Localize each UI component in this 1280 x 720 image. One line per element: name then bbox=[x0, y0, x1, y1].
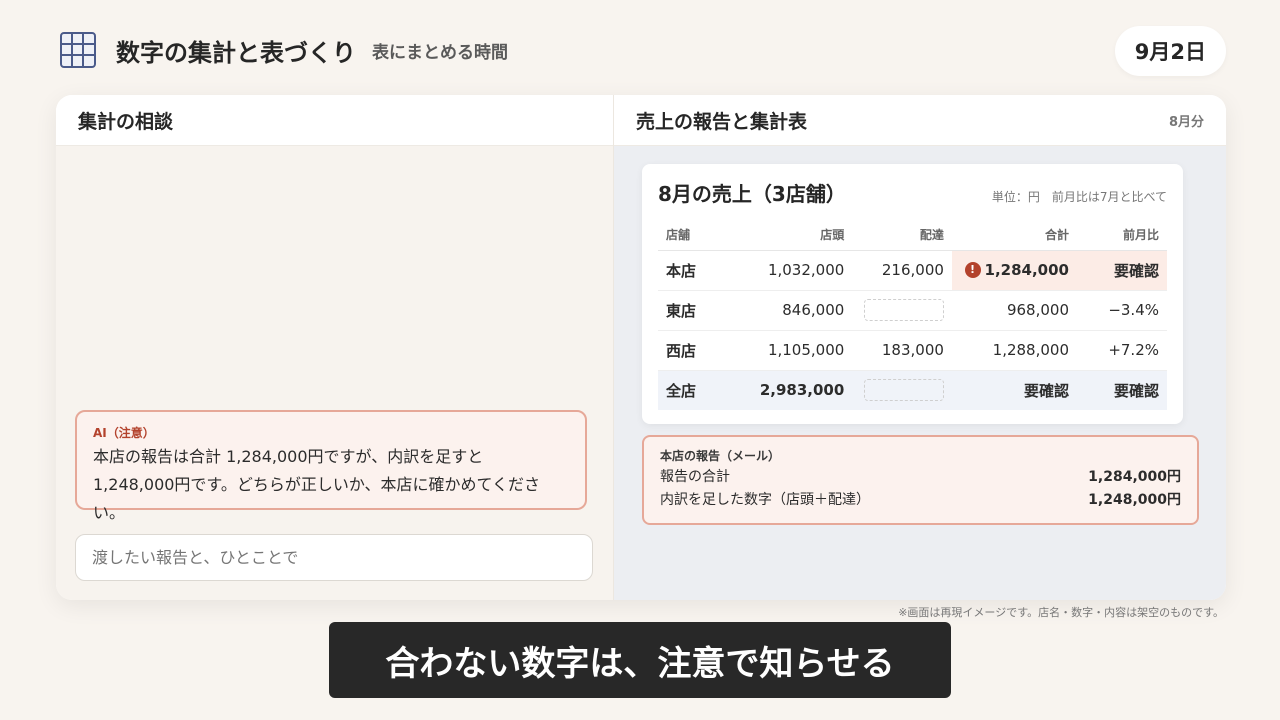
storefront-value: 846,000 bbox=[748, 290, 853, 331]
sales-table: 店舗 店頭 配達 合計 前月比 本店 1,032,000 216,000 ! 1, bbox=[658, 220, 1167, 410]
subtitle-caption: 合わない数字は、注意で知らせる bbox=[329, 622, 951, 698]
sales-table-card: 8月の売上（3店舗） 単位：円 前月比は7月と比べて 店舗 店頭 配達 合計 前… bbox=[642, 164, 1183, 424]
mom-value: +7.2% bbox=[1077, 330, 1167, 371]
table-row: 東店 846,000 968,000 −3.4% bbox=[658, 290, 1167, 331]
store-name: 本店 bbox=[658, 250, 748, 291]
total-value: 1,284,000 bbox=[984, 261, 1069, 279]
chat-input[interactable] bbox=[75, 534, 593, 581]
main-card: 集計の相談 AI（注意） 本店の報告は合計 1,284,000円ですが、内訳を足… bbox=[56, 95, 1226, 600]
consult-pane-header: 集計の相談 bbox=[56, 95, 613, 146]
empty-cell-placeholder bbox=[863, 379, 944, 402]
email-row-value: 1,284,000円 bbox=[1088, 468, 1181, 485]
report-pane-header: 売上の報告と集計表 8月分 bbox=[614, 95, 1226, 146]
report-pane-title: 売上の報告と集計表 bbox=[636, 110, 808, 133]
mom-value-warning: 要確認 bbox=[1077, 370, 1167, 410]
total-row: 全店 2,983,000 要確認 要確認 bbox=[658, 370, 1167, 410]
email-report-card: 本店の報告（メール） 報告の合計 1,284,000円 内訳を足した数字（店頭＋… bbox=[642, 435, 1199, 525]
consult-pane-title: 集計の相談 bbox=[78, 110, 174, 133]
storefront-value: 2,983,000 bbox=[748, 370, 853, 410]
store-name: 西店 bbox=[658, 330, 748, 371]
mom-value: −3.4% bbox=[1077, 290, 1167, 331]
storefront-value: 1,032,000 bbox=[748, 250, 853, 291]
consult-pane: 集計の相談 AI（注意） 本店の報告は合計 1,284,000円ですが、内訳を足… bbox=[56, 95, 614, 600]
table-row: 本店 1,032,000 216,000 ! 1,284,000 要確認 bbox=[658, 250, 1167, 291]
delivery-empty bbox=[852, 370, 952, 410]
email-report-label: 本店の報告（メール） bbox=[660, 449, 781, 463]
col-storefront: 店頭 bbox=[748, 220, 853, 251]
table-header-row: 店舗 店頭 配達 合計 前月比 bbox=[658, 220, 1167, 251]
empty-cell-placeholder bbox=[863, 299, 944, 321]
sales-table-title: 8月の売上（3店舗） bbox=[658, 182, 846, 206]
table-row: 西店 1,105,000 183,000 1,288,000 +7.2% bbox=[658, 330, 1167, 371]
report-area: 8月の売上（3店舗） 単位：円 前月比は7月と比べて 店舗 店頭 配達 合計 前… bbox=[614, 146, 1226, 600]
col-total: 合計 bbox=[951, 220, 1077, 251]
col-mom: 前月比 bbox=[1077, 220, 1167, 251]
report-pane: 売上の報告と集計表 8月分 8月の売上（3店舗） 単位：円 前月比は7月と比べて… bbox=[614, 95, 1226, 600]
chat-area: AI（注意） 本店の報告は合計 1,284,000円ですが、内訳を足すと 1,2… bbox=[56, 146, 613, 600]
date-badge: 9月2日 bbox=[1114, 26, 1226, 76]
email-report-row: 報告の合計 1,284,000円 bbox=[660, 464, 1181, 487]
storefront-value: 1,105,000 bbox=[748, 330, 853, 371]
grid-table-icon bbox=[60, 32, 96, 68]
ai-warning-text: 本店の報告は合計 1,284,000円ですが、内訳を足すと 1,248,000円… bbox=[93, 447, 541, 522]
disclaimer: ※画面は再現イメージです。店名・数字・内容は架空のものです。 bbox=[898, 606, 1224, 619]
ai-warning-message: AI（注意） 本店の報告は合計 1,284,000円ですが、内訳を足すと 1,2… bbox=[75, 410, 587, 522]
app-subtitle: 表にまとめる時間 bbox=[372, 42, 508, 63]
delivery-value: 216,000 bbox=[852, 250, 952, 291]
email-row-label: 報告の合計 bbox=[660, 468, 730, 485]
sales-table-note: 単位：円 前月比は7月と比べて bbox=[991, 190, 1167, 204]
mom-value-warning: 要確認 bbox=[1077, 250, 1167, 291]
ai-warning-label: AI（注意） bbox=[93, 426, 155, 440]
delivery-value: 183,000 bbox=[852, 330, 952, 371]
app-title: 数字の集計と表づくり bbox=[116, 38, 356, 67]
app-header: 数字の集計と表づくり 表にまとめる時間 bbox=[60, 30, 508, 70]
delivery-empty bbox=[852, 290, 952, 331]
store-name: 全店 bbox=[658, 370, 748, 410]
total-value-warning: ! 1,284,000 bbox=[951, 250, 1077, 291]
period-label: 8月分 bbox=[1168, 114, 1204, 130]
total-value-warning: 要確認 bbox=[951, 370, 1077, 410]
email-report-row: 内訳を足した数字（店頭＋配達） 1,248,000円 bbox=[660, 487, 1181, 510]
email-row-label: 内訳を足した数字（店頭＋配達） bbox=[660, 491, 870, 508]
alert-icon: ! bbox=[964, 261, 981, 278]
col-store: 店舗 bbox=[658, 220, 748, 251]
store-name: 東店 bbox=[658, 290, 748, 331]
total-value: 1,288,000 bbox=[951, 330, 1077, 371]
email-row-value: 1,248,000円 bbox=[1088, 491, 1181, 508]
total-value: 968,000 bbox=[951, 290, 1077, 331]
col-delivery: 配達 bbox=[852, 220, 952, 251]
